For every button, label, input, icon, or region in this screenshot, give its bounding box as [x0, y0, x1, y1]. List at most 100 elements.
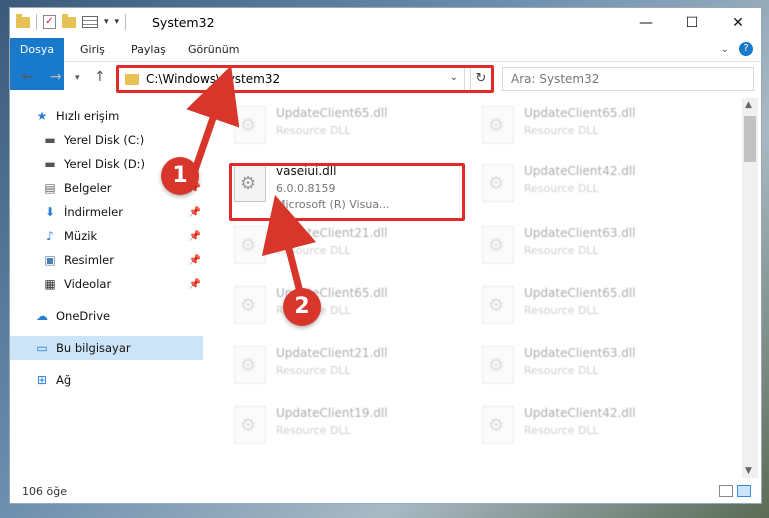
network-icon: ⊞ — [36, 373, 48, 387]
file-item[interactable]: UpdateClient65.dll Resource DLL — [478, 102, 708, 154]
file-description: Resource DLL — [276, 124, 351, 137]
file-item[interactable]: UpdateClient63.dll Resource DLL — [478, 342, 708, 394]
minimize-ribbon-icon[interactable]: ⌄ — [721, 44, 729, 55]
pin-icon[interactable]: 📌 — [189, 279, 201, 290]
window-controls: — ☐ ✕ — [623, 8, 761, 37]
tiles-view-icon[interactable] — [737, 485, 751, 497]
folder-icon — [16, 13, 30, 28]
sidebar-item-label: Ağ — [56, 373, 72, 387]
file-item[interactable]: UpdateClient21.dll Resource DLL — [230, 342, 460, 394]
sidebar-item-label: Yerel Disk (C:) — [64, 133, 145, 147]
dll-file-icon — [482, 226, 514, 264]
sidebar-item-label: Müzik — [64, 229, 98, 243]
file-description: Resource DLL — [524, 364, 599, 377]
file-description: Resource DLL — [524, 304, 599, 317]
sidebar-item-label: OneDrive — [56, 309, 111, 323]
file-name: UpdateClient19.dll — [276, 406, 388, 420]
file-item[interactable]: UpdateClient65.dll Resource DLL — [230, 282, 460, 334]
sidebar-item-pictures[interactable]: ▣ Resimler 📌 — [10, 248, 203, 272]
file-description: Resource DLL — [276, 424, 351, 437]
file-description: Resource DLL — [524, 244, 599, 257]
music-icon: ♪ — [46, 229, 54, 243]
properties-icon[interactable] — [82, 16, 98, 28]
sidebar-item-label: Resimler — [64, 253, 114, 267]
navigation-bar: ← → ▾ ↑ C:\Windows\System32 ⌄ ↻ Ara: Sys… — [10, 64, 761, 94]
search-placeholder: Ara: System32 — [511, 72, 600, 86]
scroll-up-icon[interactable]: ▲ — [745, 100, 752, 110]
maximize-button[interactable]: ☐ — [669, 8, 715, 37]
tab-view[interactable]: Görünüm — [188, 38, 239, 62]
sidebar-item-disk-c[interactable]: ▬ Yerel Disk (C:) — [10, 128, 203, 152]
up-arrow-icon[interactable]: ↑ — [94, 69, 106, 85]
file-item[interactable]: UpdateClient65.dll Resource DLL — [478, 282, 708, 334]
file-name: UpdateClient65.dll — [524, 106, 636, 120]
sidebar-item-videos[interactable]: ▦ Videolar 📌 — [10, 272, 203, 296]
drive-icon: ▬ — [44, 157, 56, 171]
close-button[interactable]: ✕ — [715, 8, 761, 37]
sidebar-item-downloads[interactable]: ⬇ İndirmeler 📌 — [10, 200, 203, 224]
star-icon: ★ — [36, 109, 48, 123]
video-icon: ▦ — [44, 277, 56, 291]
details-view-icon[interactable] — [719, 485, 733, 497]
file-name: UpdateClient65.dll — [524, 286, 636, 300]
dll-file-icon — [234, 406, 266, 444]
sidebar-item-label: Yerel Disk (D:) — [64, 157, 146, 171]
file-list: UpdateClient65.dll Resource DLL UpdateCl… — [210, 102, 740, 476]
computer-icon: ▭ — [36, 341, 48, 355]
file-description: Resource DLL — [276, 244, 351, 257]
dll-file-icon — [482, 406, 514, 444]
sidebar-item-label: Belgeler — [64, 181, 112, 195]
sidebar-item-label: Bu bilgisayar — [56, 341, 131, 355]
help-icon[interactable]: ? — [739, 42, 753, 56]
file-item[interactable]: UpdateClient21.dll Resource DLL — [230, 222, 460, 274]
ribbon-tabs: Dosya Giriş Paylaş Görünüm ⌄ ? — [10, 38, 761, 90]
scroll-thumb[interactable] — [744, 116, 756, 162]
tab-share[interactable]: Paylaş — [131, 38, 166, 62]
customize-toolbar-icon[interactable]: ▾ — [115, 17, 120, 27]
search-input[interactable]: Ara: System32 — [502, 67, 754, 91]
scroll-down-icon[interactable]: ▼ — [745, 466, 752, 476]
file-item[interactable]: UpdateClient42.dll Resource DLL — [478, 160, 708, 212]
status-bar: 106 öğe — [10, 480, 761, 504]
window-title: System32 — [152, 15, 215, 30]
back-arrow-icon[interactable]: ← — [22, 69, 34, 85]
forward-arrow-icon[interactable]: → — [50, 69, 62, 85]
sidebar-item-label: Hızlı erişim — [56, 109, 120, 123]
drive-icon: ▬ — [44, 133, 56, 147]
chevron-down-icon[interactable]: ▾ — [104, 17, 109, 27]
dll-file-icon — [234, 106, 266, 144]
file-item[interactable]: UpdateClient42.dll Resource DLL — [478, 402, 708, 454]
file-description: Resource DLL — [276, 364, 351, 377]
dll-file-icon — [482, 106, 514, 144]
file-name: UpdateClient42.dll — [524, 164, 636, 178]
file-description: Resource DLL — [524, 124, 599, 137]
pin-icon[interactable]: 📌 — [189, 207, 201, 218]
new-folder-icon[interactable] — [62, 13, 76, 28]
file-name: UpdateClient42.dll — [524, 406, 636, 420]
file-item[interactable]: UpdateClient19.dll Resource DLL — [230, 402, 460, 454]
sidebar-item-quick-access[interactable]: ★ Hızlı erişim — [10, 104, 203, 128]
dll-file-icon — [482, 164, 514, 202]
dll-file-icon — [234, 226, 266, 264]
sidebar-item-network[interactable]: ⊞ Ağ — [10, 368, 203, 392]
file-item[interactable]: UpdateClient65.dll Resource DLL — [230, 102, 460, 154]
file-name: UpdateClient63.dll — [524, 346, 636, 360]
pin-icon[interactable]: 📌 — [189, 231, 201, 242]
explorer-window: ✓ ▾ ▾ System32 — ☐ ✕ Dosya Giriş Paylaş … — [9, 7, 762, 504]
sidebar-item-label: Videolar — [64, 277, 112, 291]
recent-locations-icon[interactable]: ▾ — [75, 73, 80, 83]
minimize-button[interactable]: — — [623, 8, 669, 37]
file-highlight-box — [229, 163, 465, 221]
quick-access-toolbar: ✓ ▾ ▾ — [16, 13, 127, 30]
file-item[interactable]: UpdateClient63.dll Resource DLL — [478, 222, 708, 274]
file-description: Resource DLL — [524, 182, 599, 195]
sidebar-item-this-pc[interactable]: ▭ Bu bilgisayar — [10, 336, 203, 360]
pin-icon[interactable]: 📌 — [189, 255, 201, 266]
sidebar-item-onedrive[interactable]: ☁ OneDrive — [10, 304, 203, 328]
sidebar-item-music[interactable]: ♪ Müzik 📌 — [10, 224, 203, 248]
vertical-scrollbar[interactable]: ▲ ▼ — [742, 98, 758, 478]
dll-file-icon — [234, 286, 266, 324]
step-2-badge: 2 — [283, 288, 321, 326]
properties-check-icon[interactable]: ✓ — [43, 15, 56, 29]
tab-home[interactable]: Giriş — [80, 38, 105, 62]
